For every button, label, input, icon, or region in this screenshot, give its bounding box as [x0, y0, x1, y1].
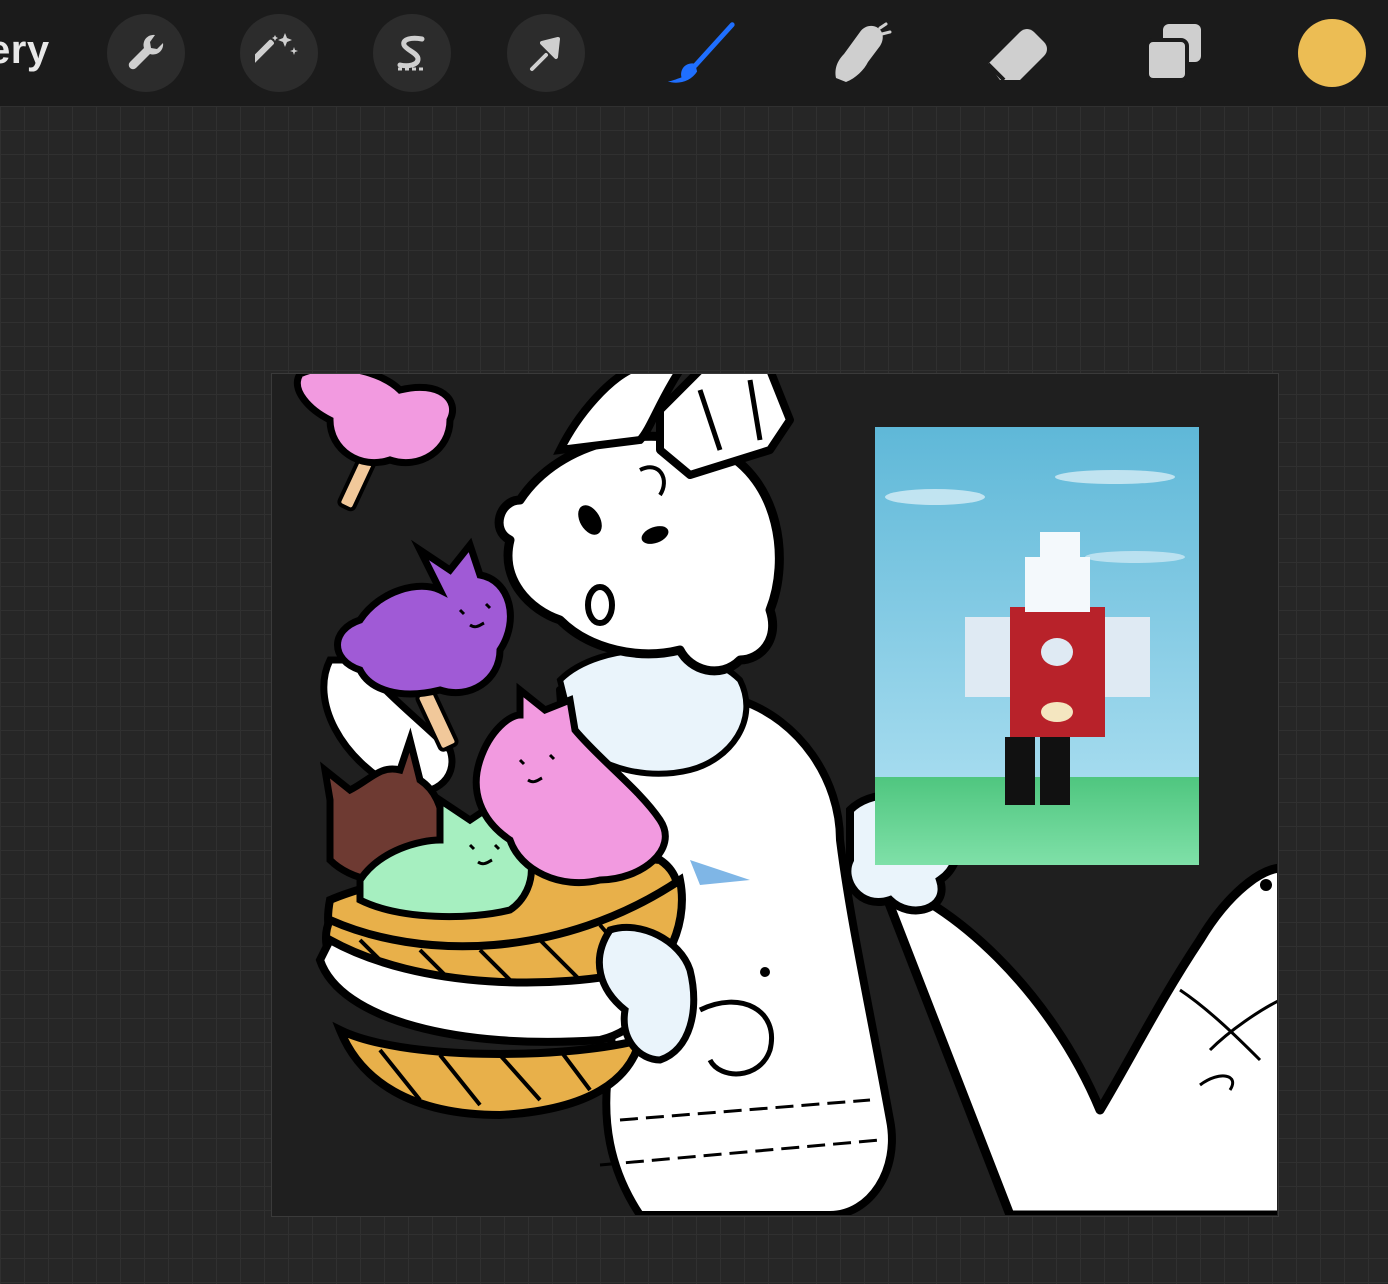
chef-hat	[656, 374, 794, 479]
pink-cat-popsicle-top	[293, 374, 456, 512]
reference-image[interactable]	[875, 427, 1199, 865]
character-head	[494, 431, 784, 676]
character-leg	[875, 863, 1277, 1215]
